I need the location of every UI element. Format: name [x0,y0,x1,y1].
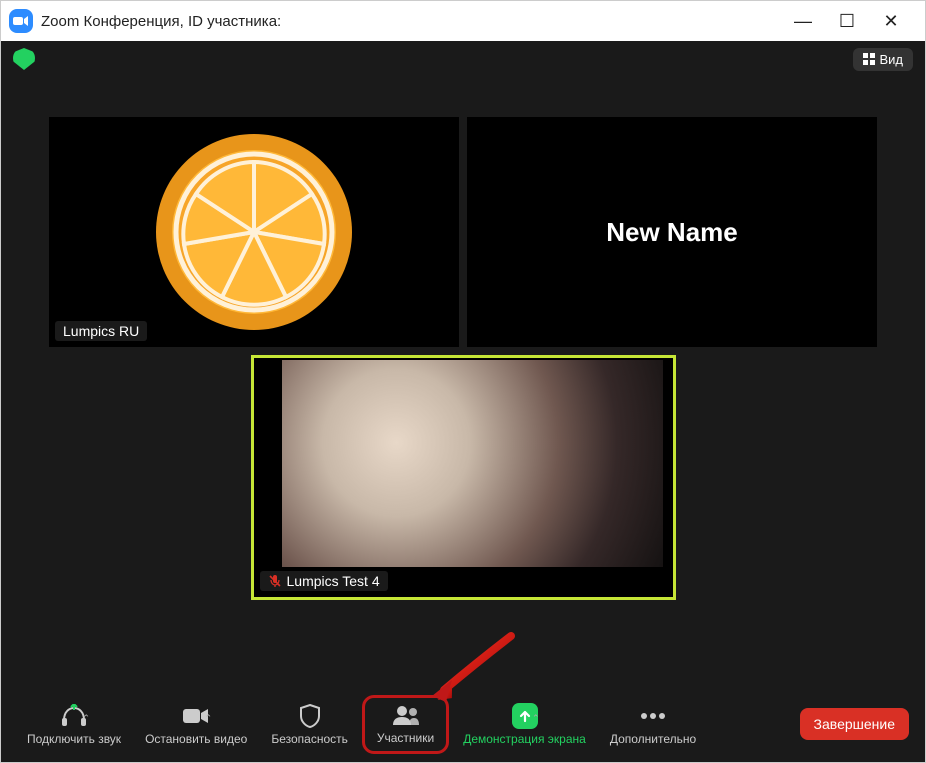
avatar-orange-icon [154,132,354,332]
maximize-button[interactable]: ☐ [837,11,857,32]
security-button[interactable]: Безопасность [261,697,358,752]
audio-button[interactable]: ⌃ Подключить звук [17,697,131,752]
grid-icon [863,53,875,65]
tile-active-name-label: Lumpics Test 4 [260,571,388,591]
chevron-up-icon[interactable]: ⌃ [82,713,90,724]
encryption-shield-icon[interactable] [13,48,35,70]
video-row-top: Lumpics RU New Name [41,117,885,347]
close-button[interactable]: ✕ [881,11,901,32]
tile-2-display-name: New Name [606,217,738,248]
participants-button[interactable]: Участники [362,695,449,754]
share-screen-button[interactable]: ⌃ Демонстрация экрана [453,697,596,752]
tile-1-name-label: Lumpics RU [55,321,147,341]
window-controls: — ☐ ✕ [793,11,917,32]
view-button[interactable]: Вид [853,48,913,71]
window-title: Zoom Конференция, ID участника: [41,13,281,30]
video-tile-1[interactable]: Lumpics RU [49,117,459,347]
minimize-button[interactable]: — [793,11,813,32]
more-button[interactable]: Дополнительно [600,697,706,752]
app-window: Zoom Конференция, ID участника: — ☐ ✕ Ви… [0,0,926,763]
meeting-content: Вид [1,41,925,762]
chevron-up-icon[interactable]: ⌃ [532,713,540,724]
view-label: Вид [879,52,903,67]
ellipsis-icon [640,712,666,720]
meeting-topbar: Вид [1,41,925,77]
shield-icon [299,704,321,728]
video-button[interactable]: ⌃ Остановить видео [135,697,257,752]
video-tile-active[interactable]: Lumpics Test 4 [251,355,676,600]
participants-icon [391,704,421,726]
mic-muted-icon [268,574,282,588]
video-tile-2[interactable]: New Name [467,117,877,347]
zoom-app-icon [9,9,33,33]
meeting-toolbar: ⌃ Подключить звук ⌃ Остановить видео [1,686,925,762]
chevron-up-icon[interactable]: ⌃ [205,713,213,724]
end-meeting-button[interactable]: Завершение [800,708,909,740]
title-bar: Zoom Конференция, ID участника: — ☐ ✕ [1,1,925,41]
video-grid: Lumpics RU New Name Lumpics Test 4 [1,77,925,686]
